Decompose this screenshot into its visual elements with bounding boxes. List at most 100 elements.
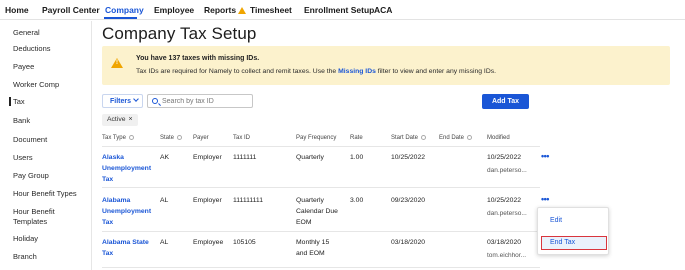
column-header-tax-type[interactable]: Tax Type xyxy=(102,135,134,141)
column-header-rate: Rate xyxy=(350,135,363,141)
pay-frequency-line: Monthly 15 xyxy=(296,239,330,246)
column-header-tax-id: Tax ID xyxy=(233,135,251,141)
chip-label: Active xyxy=(107,116,126,123)
pay-frequency-line: EOM xyxy=(296,219,312,226)
pay-frequency-cell: Quarterly Calendar Due EOM xyxy=(296,195,338,228)
start-date-cell: 09/23/2020 xyxy=(391,197,426,204)
modified-by-cell: tom.eichhor... xyxy=(487,252,527,259)
column-header-state[interactable]: State xyxy=(160,135,183,141)
sidebar-item-users[interactable]: Users xyxy=(13,153,91,163)
more-horizontal-icon[interactable]: ••• xyxy=(541,194,549,204)
close-icon[interactable]: × xyxy=(129,116,133,123)
payer-cell: Employer xyxy=(193,154,222,161)
modified-by-cell: dan.peterso... xyxy=(487,167,527,174)
header-label: State xyxy=(160,135,175,141)
nav-reports-label: Reports xyxy=(204,5,237,15)
column-header-start-date[interactable]: Start Date xyxy=(391,135,427,141)
search-icon xyxy=(152,98,158,104)
column-header-payer: Payer xyxy=(193,135,209,141)
row-divider xyxy=(102,187,540,188)
search-box[interactable] xyxy=(147,94,253,108)
nav-active-indicator xyxy=(104,17,137,19)
rate-cell: 1.00 xyxy=(350,154,364,161)
sort-icon xyxy=(467,135,473,140)
sidebar-active-indicator xyxy=(9,97,11,106)
add-tax-button[interactable]: Add Tax xyxy=(482,94,529,109)
tax-type-line: Alaska xyxy=(102,154,124,161)
rate-cell: 3.00 xyxy=(350,197,364,204)
tax-type-link[interactable]: Alabama Unemployment Tax xyxy=(102,195,151,228)
sidebar-item-document[interactable]: Document xyxy=(13,135,91,145)
pay-frequency-line: and EOM xyxy=(296,250,325,257)
nav-enrollment-setup[interactable]: Enrollment Setup xyxy=(304,5,374,15)
alert-title: You have 137 taxes with missing IDs. xyxy=(136,55,260,62)
sidebar-item-bank[interactable]: Bank xyxy=(13,116,91,126)
modified-date-cell: 03/18/2020 xyxy=(487,239,522,246)
menu-item-edit[interactable]: Edit xyxy=(550,217,562,224)
sort-icon xyxy=(128,135,134,140)
nav-home[interactable]: Home xyxy=(5,5,29,15)
nav-reports[interactable]: Reports xyxy=(204,5,247,15)
table-divider xyxy=(102,146,540,147)
pay-frequency-cell: Monthly 15 and EOM xyxy=(296,237,329,259)
menu-item-end-tax[interactable]: End Tax xyxy=(541,236,607,250)
state-cell: AK xyxy=(160,154,170,161)
sort-icon xyxy=(421,135,427,140)
sidebar: General Deductions Payee Worker Comp Tax… xyxy=(0,21,92,270)
alert-body-suffix: filter to view and enter any missing IDs… xyxy=(375,68,497,75)
tax-type-line: Alabama State xyxy=(102,239,149,246)
pay-frequency-cell: Quarterly xyxy=(296,154,324,161)
sidebar-item-worker-comp[interactable]: Worker Comp xyxy=(13,80,91,90)
active-filter-chip: Active × xyxy=(102,114,138,126)
top-nav: Home Payroll Center Company Employee Rep… xyxy=(0,0,685,20)
modified-by-cell: dan.peterso... xyxy=(487,210,527,217)
alert-body: Tax IDs are required for Namely to colle… xyxy=(136,68,496,75)
sidebar-item-holiday[interactable]: Holiday xyxy=(13,234,91,244)
tax-id-cell: 1111111 xyxy=(233,154,257,161)
sidebar-item-hour-benefit-types[interactable]: Hour Benefit Types xyxy=(13,189,91,199)
nav-payroll-center[interactable]: Payroll Center xyxy=(42,5,100,15)
filters-label: Filters xyxy=(110,98,132,105)
column-header-pay-frequency: Pay Frequency xyxy=(296,135,337,141)
nav-aca[interactable]: ACA xyxy=(374,5,392,15)
sidebar-item-hour-benefit-templates[interactable]: Hour Benefit Templates xyxy=(13,207,73,227)
pay-frequency-line: Quarterly xyxy=(296,197,324,204)
column-header-end-date[interactable]: End Date xyxy=(439,135,473,141)
nav-timesheet[interactable]: Timesheet xyxy=(250,5,292,15)
sidebar-item-general[interactable]: General xyxy=(13,28,91,38)
tax-type-line: Alabama xyxy=(102,197,131,204)
search-input[interactable] xyxy=(162,96,250,106)
missing-ids-alert: ! You have 137 taxes with missing IDs. T… xyxy=(102,46,670,85)
state-cell: AL xyxy=(160,197,169,204)
filters-button[interactable]: Filters xyxy=(102,94,143,108)
modified-date-cell: 10/25/2022 xyxy=(487,154,522,161)
tax-type-link[interactable]: Alaska Unemployment Tax xyxy=(102,152,151,185)
nav-employee[interactable]: Employee xyxy=(154,5,194,15)
column-header-modified: Modified xyxy=(487,135,510,141)
sidebar-item-payee[interactable]: Payee xyxy=(13,62,91,72)
sidebar-item-deductions[interactable]: Deductions xyxy=(13,44,91,54)
tax-type-line: Tax xyxy=(102,219,114,226)
pay-frequency-line: Calendar Due xyxy=(296,208,338,215)
tax-type-line: Tax xyxy=(102,250,114,257)
sidebar-item-tax[interactable]: Tax xyxy=(13,97,91,107)
header-label: Start Date xyxy=(391,135,419,141)
row-divider xyxy=(102,231,540,232)
nav-company[interactable]: Company xyxy=(105,5,144,15)
missing-ids-link[interactable]: Missing IDs xyxy=(338,68,376,75)
state-cell: AL xyxy=(160,239,169,246)
tax-type-link[interactable]: Alabama State Tax xyxy=(102,237,149,259)
sidebar-item-pay-group[interactable]: Pay Group xyxy=(13,171,91,181)
sort-icon xyxy=(177,135,183,140)
header-label: End Date xyxy=(439,135,465,141)
tax-type-line: Unemployment xyxy=(102,208,152,215)
sidebar-item-branch[interactable]: Branch xyxy=(13,252,91,262)
tax-type-line: Unemployment xyxy=(102,165,152,172)
tax-type-line: Tax xyxy=(102,176,114,183)
modified-date-cell: 10/25/2022 xyxy=(487,197,522,204)
row-action-menu: Edit End Tax xyxy=(537,207,609,255)
more-horizontal-icon[interactable]: ••• xyxy=(541,151,549,161)
start-date-cell: 03/18/2020 xyxy=(391,239,426,246)
chevron-down-icon xyxy=(133,96,139,102)
start-date-cell: 10/25/2022 xyxy=(391,154,426,161)
